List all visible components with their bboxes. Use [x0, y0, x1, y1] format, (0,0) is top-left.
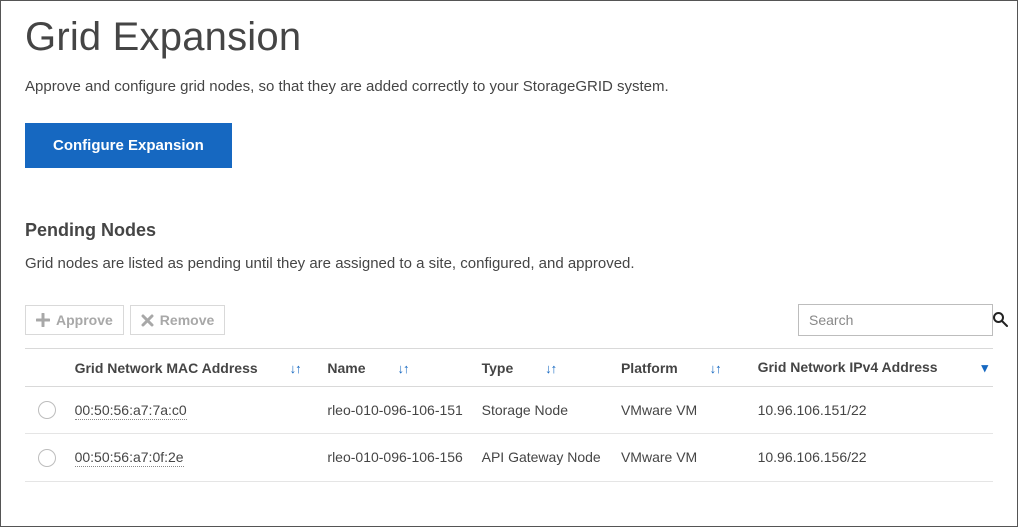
pending-nodes-title: Pending Nodes — [25, 220, 993, 241]
cell-type: Storage Node — [476, 387, 615, 434]
remove-button[interactable]: Remove — [130, 305, 225, 335]
column-header-label: Type — [482, 360, 514, 376]
page-description: Approve and configure grid nodes, so tha… — [25, 78, 993, 95]
configure-expansion-button[interactable]: Configure Expansion — [25, 123, 232, 168]
cell-ip: 10.96.106.151/22 — [752, 387, 993, 434]
row-select-radio[interactable] — [38, 401, 56, 419]
search-box[interactable] — [798, 304, 993, 336]
cell-name: rleo-010-096-106-151 — [321, 387, 475, 434]
pending-nodes-description: Grid nodes are listed as pending until t… — [25, 255, 993, 272]
column-header-type[interactable]: Type ↓↑ — [476, 349, 615, 387]
cell-name: rleo-010-096-106-156 — [321, 434, 475, 481]
column-header-name[interactable]: Name ↓↑ — [321, 349, 475, 387]
column-header-label: Name — [327, 360, 365, 376]
row-select-radio[interactable] — [38, 449, 56, 467]
sort-icon: ↓↑ — [545, 361, 556, 376]
column-header-label: Platform — [621, 360, 678, 376]
table-row: 00:50:56:a7:7a:c0 rleo-010-096-106-151 S… — [25, 387, 993, 434]
approve-label: Approve — [56, 312, 113, 328]
column-header-label: Grid Network IPv4 Address — [758, 359, 938, 375]
table-row: 00:50:56:a7:0f:2e rleo-010-096-106-156 A… — [25, 434, 993, 481]
column-header-mac[interactable]: Grid Network MAC Address ↓↑ — [69, 349, 322, 387]
column-header-label: Grid Network MAC Address — [75, 360, 258, 376]
cell-platform: VMware VM — [615, 434, 752, 481]
cell-ip: 10.96.106.156/22 — [752, 434, 993, 481]
x-icon — [141, 314, 154, 327]
sort-icon: ↓↑ — [397, 361, 408, 376]
column-header-ip[interactable]: Grid Network IPv4 Address ▾ — [752, 349, 993, 387]
sort-icon: ↓↑ — [290, 361, 301, 376]
cell-platform: VMware VM — [615, 387, 752, 434]
search-icon — [992, 311, 1008, 330]
cell-type: API Gateway Node — [476, 434, 615, 481]
chevron-down-icon: ▾ — [981, 360, 987, 375]
approve-button[interactable]: Approve — [25, 305, 124, 335]
sort-icon: ↓↑ — [710, 361, 721, 376]
pending-nodes-table: Grid Network MAC Address ↓↑ Name ↓↑ Type… — [25, 348, 993, 482]
column-header-platform[interactable]: Platform ↓↑ — [615, 349, 752, 387]
search-input[interactable] — [807, 311, 992, 329]
cell-mac: 00:50:56:a7:7a:c0 — [75, 402, 187, 420]
remove-label: Remove — [160, 312, 214, 328]
page-title: Grid Expansion — [25, 15, 993, 60]
plus-icon — [36, 313, 50, 327]
cell-mac: 00:50:56:a7:0f:2e — [75, 449, 184, 467]
